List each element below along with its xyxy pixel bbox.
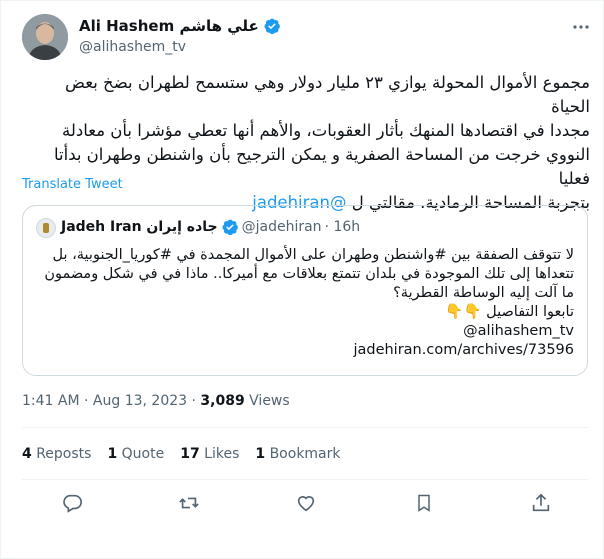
likes-count: 17	[180, 446, 200, 462]
quoted-tweet-time[interactable]: · 16h	[325, 219, 361, 235]
views-count: 3,089	[200, 393, 245, 409]
reposts-stat[interactable]: 4 Reposts	[22, 446, 91, 462]
quoted-author-avatar[interactable]	[36, 218, 56, 238]
translate-tweet-link[interactable]: Translate Tweet	[22, 177, 123, 192]
quoted-text-mention: @alihashem_tv	[463, 323, 574, 339]
bookmarks-count: 1	[255, 446, 266, 462]
reply-icon[interactable]	[59, 490, 85, 516]
action-bar	[1, 490, 604, 518]
quoted-text-line: تابعوا التفاصيل 👇👇	[445, 304, 574, 320]
share-icon[interactable]	[528, 490, 554, 516]
tweet-text-line: مجموع الأموال المحولة يوازي ٢٣ مليار دول…	[65, 73, 590, 116]
verified-badge-icon	[264, 18, 280, 35]
tweet-card: Ali Hashem علي هاشم @alihashem_tv مجموع …	[0, 0, 604, 559]
likes-label: Likes	[204, 446, 240, 462]
tweet-meta: 1:41 AM · Aug 13, 2023 · 3,089 Views	[22, 393, 290, 409]
quotes-count: 1	[107, 446, 118, 462]
like-icon[interactable]	[293, 490, 319, 516]
quotes-stat[interactable]: 1 Quote	[107, 446, 164, 462]
divider	[22, 427, 588, 428]
tweet-date[interactable]: Aug 13, 2023	[93, 393, 187, 409]
author-avatar[interactable]	[22, 14, 68, 60]
bookmark-icon[interactable]	[411, 490, 437, 516]
quoted-tweet-text: لا تتوقف الصفقة بين #واشنطن وطهران على ا…	[34, 246, 574, 360]
author-handle[interactable]: @alihashem_tv	[79, 39, 186, 55]
meta-separator: ·	[84, 393, 93, 409]
quoted-tweet[interactable]: Jadeh Iran جاده إيران @jadehiran · 16h ل…	[22, 205, 588, 376]
more-options-icon[interactable]	[571, 17, 591, 37]
quoted-tweet-header: Jadeh Iran جاده إيران @jadehiran · 16h	[61, 218, 360, 236]
quoted-author-name[interactable]: Jadeh Iran جاده إيران	[61, 219, 218, 235]
reposts-label: Reposts	[36, 446, 92, 462]
tweet-text: مجموع الأموال المحولة يوازي ٢٣ مليار دول…	[22, 71, 590, 215]
quoted-author-handle[interactable]: @jadehiran	[242, 219, 322, 235]
tweet-time[interactable]: 1:41 AM	[22, 393, 80, 409]
author-name-row[interactable]: Ali Hashem علي هاشم	[79, 17, 281, 35]
views-label: Views	[249, 393, 290, 409]
quoted-text-line: ما آلت إليه الوساطة القطرية؟	[393, 285, 574, 301]
bookmarks-label: Bookmark	[269, 446, 341, 462]
reposts-count: 4	[22, 446, 32, 462]
repost-icon[interactable]	[176, 490, 202, 516]
quotes-label: Quote	[121, 446, 165, 462]
tweet-stats: 4 Reposts 1 Quote 17 Likes 1 Bookmark	[22, 446, 341, 462]
quoted-text-link: jadehiran.com/archives/73596	[353, 342, 574, 358]
author-display-name[interactable]: Ali Hashem علي هاشم	[79, 17, 259, 35]
bookmarks-stat[interactable]: 1 Bookmark	[255, 446, 340, 462]
tweet-text-line: مجددا في اقتصادها المنهك بأثار العقوبات،…	[62, 121, 590, 140]
verified-badge-icon	[222, 219, 238, 236]
likes-stat[interactable]: 17 Likes	[180, 446, 239, 462]
user-avatar-icon	[22, 14, 68, 60]
quoted-text-line: تتعداها إلى تلك الموجودة في بلدان تتمتع …	[44, 266, 574, 282]
quoted-text-line: لا تتوقف الصفقة بين #واشنطن وطهران على ا…	[52, 247, 574, 263]
divider	[22, 479, 588, 480]
